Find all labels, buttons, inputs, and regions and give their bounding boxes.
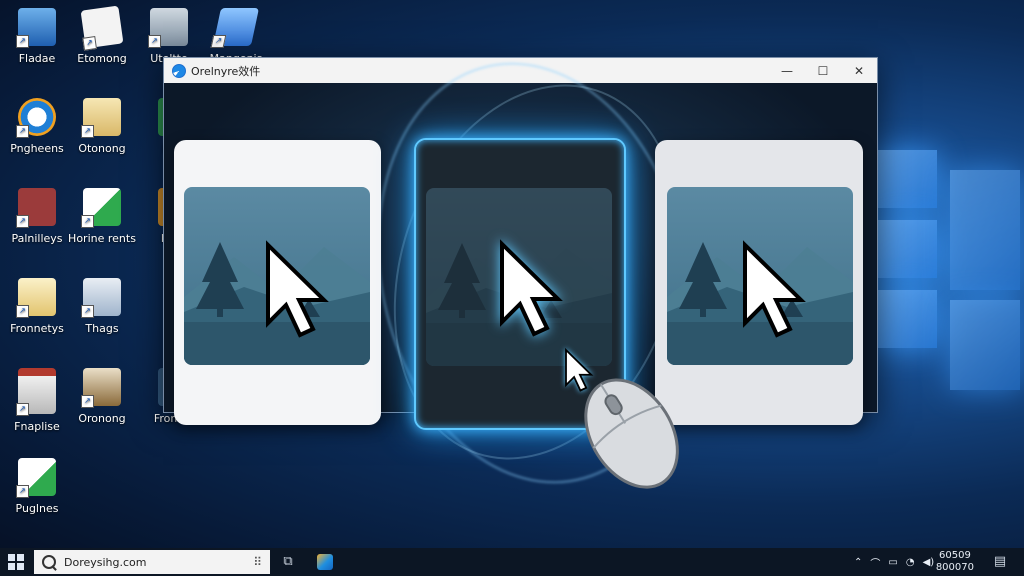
document-icon: ↗ (80, 5, 124, 51)
desktop-icon[interactable]: ↗ Oronong (65, 368, 139, 425)
cursor-preview-thumbnail (667, 187, 853, 365)
desktop-icon[interactable]: ↗ Otonong (65, 98, 139, 155)
cursor-pointer-icon (500, 242, 560, 336)
desktop-icon[interactable]: ↗ Horine rents (65, 188, 139, 245)
desktop-icon[interactable]: ↗ Fnaplise (0, 368, 74, 433)
cursor-preview-thumbnail (184, 187, 370, 365)
desktop-icon-label: Etomong (77, 52, 127, 65)
chevron-up-icon[interactable]: ⌃ (854, 557, 862, 568)
windows-logo-wallpaper (865, 140, 1024, 400)
computer-mouse-icon (584, 378, 679, 489)
minimize-button[interactable]: — (769, 58, 805, 83)
desktop-icon-label: Horine rents (68, 232, 136, 245)
maximize-icon: ☐ (817, 63, 829, 78)
app-logo-icon (172, 63, 186, 78)
clock-time: 60509 (939, 550, 971, 561)
photo-icon: ↗ (81, 368, 121, 408)
desktop-icon-label: Fronnetys (10, 322, 64, 335)
window-title: Orelnyre效件 (191, 64, 261, 78)
desktop-icon-label: Fladae (18, 52, 56, 65)
clock-app-icon: ↗ (16, 98, 56, 138)
network-icon[interactable]: ⌒ (870, 555, 880, 570)
start-button[interactable] (8, 554, 24, 570)
wifi-icon[interactable]: ◔ (906, 557, 915, 568)
notepad-icon: ↗ (16, 278, 56, 318)
desktop-icon-label: Puglnes (15, 502, 59, 515)
notifications-icon[interactable]: ▤ (990, 552, 1010, 572)
desktop-icon[interactable]: ↗ Pngheens (0, 98, 74, 155)
cube-icon: ↗ (81, 188, 121, 228)
desktop-icon[interactable]: ↗ Fronnetys (0, 278, 74, 335)
image-icon: ↗ (81, 278, 121, 318)
settings-gear-icon: ↗ (16, 188, 56, 228)
document-icon: ↗ (16, 368, 56, 416)
close-button[interactable]: ✕ (841, 58, 877, 83)
taskbar-search[interactable]: Doreysihg.com ⠿ (34, 550, 270, 574)
desktop-icon[interactable]: ↗ Fladae (0, 8, 74, 65)
image-icon: ↗ (148, 8, 188, 48)
maximize-button[interactable]: ☐ (805, 58, 841, 83)
recycle-bin-icon: ↗ (210, 8, 260, 48)
desktop-icon-label: Otonong (78, 142, 126, 155)
desktop-icon-label: Pngheens (10, 142, 64, 155)
cube-icon: ↗ (16, 458, 56, 498)
desktop-icon-label: Thags (85, 322, 119, 335)
desktop-icon[interactable]: ↗ Palnilleys (0, 188, 74, 245)
taskbar: Doreysihg.com ⠿ ⧉ ⌃ ⌒ ▭ ◔ ◀) 60509 80007… (0, 548, 1024, 576)
task-view-icon[interactable]: ⧉ (278, 552, 298, 572)
left-cursor-card[interactable] (174, 140, 381, 425)
desktop-icon-label: Oronong (78, 412, 126, 425)
desktop-icon-label: Fnaplise (14, 420, 60, 433)
folder-app-icon: ↗ (16, 8, 56, 48)
search-icon (42, 555, 56, 569)
microphone-icon[interactable]: ⠿ (253, 555, 262, 569)
desktop-icon[interactable]: ↗ Thags (65, 278, 139, 335)
system-tray: ⌃ ⌒ ▭ ◔ ◀) (850, 548, 938, 576)
taskbar-clock[interactable]: 60509 800070 (936, 550, 974, 574)
taskbar-app-icon[interactable] (314, 550, 336, 574)
close-icon: ✕ (853, 63, 865, 78)
notebook-icon: ↗ (81, 98, 121, 138)
desktop-icon[interactable]: ↗ Puglnes (0, 458, 74, 515)
desktop-icon-label: Palnilleys (11, 232, 63, 245)
search-text: Doreysihg.com (64, 555, 147, 569)
minimize-icon: — (781, 63, 793, 78)
desktop-icon[interactable]: ↗ Etomong (65, 5, 139, 65)
battery-icon[interactable]: ▭ (888, 557, 897, 568)
volume-icon[interactable]: ◀) (923, 557, 935, 568)
clock-date: 800070 (935, 562, 974, 573)
